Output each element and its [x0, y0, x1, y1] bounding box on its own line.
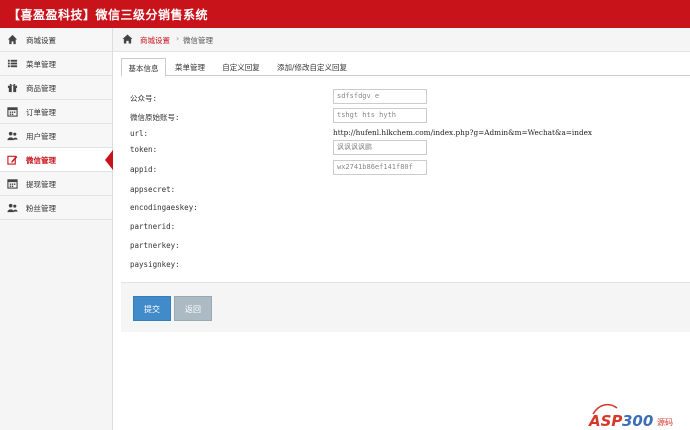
top-header: 【喜盈盈科技】微信三级分销售系统 [0, 0, 690, 28]
svg-text:ASP: ASP [588, 412, 622, 430]
asp300-watermark-logo: ASP 300 源码 [588, 403, 673, 430]
home-icon[interactable] [122, 34, 133, 44]
url-value: http://hufenl.hlkchem.com/index.php?g=Ad… [333, 128, 593, 137]
sidebar-item-wechat-manage[interactable]: 微信管理 [0, 148, 113, 172]
sidebar-item-menu-manage[interactable]: 菜单管理 [0, 52, 112, 76]
sidebar-item-label: 提现管理 [26, 180, 56, 189]
sidebar-item-label: 菜单管理 [26, 60, 56, 69]
appid-input[interactable]: wx2741b86ef141f80f [333, 160, 427, 175]
sidebar-item-label: 商品管理 [26, 84, 56, 93]
token-label: token: [130, 145, 158, 154]
appid-label: appid: [130, 165, 158, 174]
tab-edit-custom-reply[interactable]: 添加/修改自定义回复 [271, 58, 353, 76]
sidebar-item-label: 用户管理 [26, 132, 56, 141]
users-icon [7, 131, 18, 141]
breadcrumb-current: 微信管理 [183, 36, 213, 45]
sidebar-item-label: 粉丝管理 [26, 204, 56, 213]
breadcrumb-link-mall-settings[interactable]: 商城设置 [140, 35, 170, 46]
sidebar: 商城设置 菜单管理 商品管理 订单管理 用户管理 微信管理 提现管理 粉丝管理 [0, 28, 113, 430]
wxid-label: 微信原始账号: [130, 113, 180, 122]
partnerid-label: partnerid: [130, 222, 176, 231]
gift-icon [7, 83, 18, 93]
svg-text:300: 300 [622, 412, 653, 430]
tab-menu-manage[interactable]: 菜单管理 [169, 58, 211, 76]
back-button[interactable]: 返回 [174, 296, 212, 321]
breadcrumb: 商城设置 › 微信管理 [113, 28, 690, 52]
tab-basic-info[interactable]: 基本信息 [121, 58, 166, 77]
gzh-label: 公众号: [130, 94, 158, 103]
calendar-icon [7, 107, 18, 117]
svg-text:源码: 源码 [657, 418, 673, 427]
sidebar-item-product-manage[interactable]: 商品管理 [0, 76, 112, 100]
submit-button[interactable]: 提交 [133, 296, 171, 321]
encodingaeskey-label: encodingaeskey: [130, 203, 198, 212]
token-input[interactable]: 讽讽讽讽鹏 [333, 140, 427, 155]
list-icon [7, 59, 18, 68]
edit-icon [7, 155, 18, 165]
calendar-icon [7, 179, 18, 189]
breadcrumb-separator: › [176, 34, 180, 43]
partnerkey-label: partnerkey: [130, 241, 180, 250]
url-label: url: [130, 129, 149, 138]
appsecret-label: appsecret: [130, 185, 176, 194]
gzh-input[interactable]: sdfsfdgv e [333, 89, 427, 104]
sidebar-item-order-manage[interactable]: 订单管理 [0, 100, 112, 124]
sidebar-item-label: 商城设置 [26, 36, 56, 45]
home-icon [7, 34, 18, 45]
sidebar-item-label: 订单管理 [26, 108, 56, 117]
app-title: 【喜盈盈科技】微信三级分销售系统 [8, 8, 209, 22]
sidebar-item-label: 微信管理 [26, 156, 56, 165]
wxid-input[interactable]: tshgt hts hyth [333, 108, 427, 123]
sidebar-item-mall-settings[interactable]: 商城设置 [0, 28, 112, 52]
paysignkey-label: paysignkey: [130, 260, 180, 269]
tab-custom-reply[interactable]: 自定义回复 [216, 58, 266, 76]
sidebar-item-user-manage[interactable]: 用户管理 [0, 124, 112, 148]
tab-bar: 基本信息 菜单管理 自定义回复 添加/修改自定义回复 [121, 58, 690, 77]
sidebar-item-withdraw-manage[interactable]: 提现管理 [0, 172, 112, 196]
active-indicator [105, 150, 113, 170]
sidebar-item-fans-manage[interactable]: 粉丝管理 [0, 196, 112, 220]
users-icon [7, 203, 18, 213]
